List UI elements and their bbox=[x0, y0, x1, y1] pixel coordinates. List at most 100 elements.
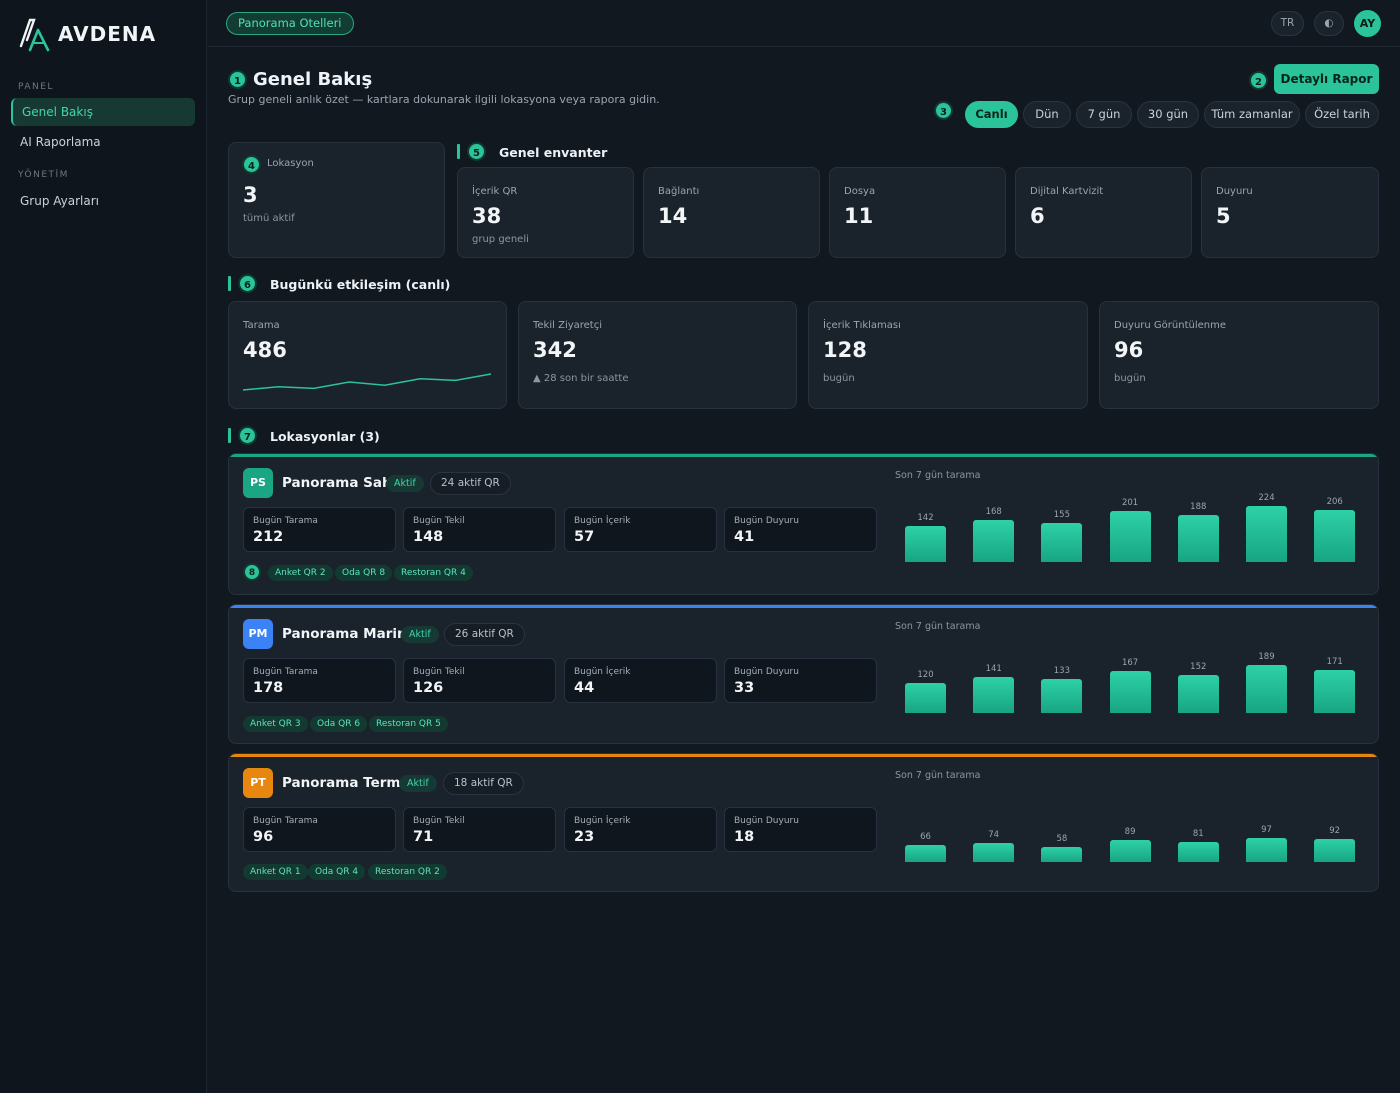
stat-label: Bugün Duyuru bbox=[734, 516, 799, 526]
stat-today-content: Bugün İçerik 44 bbox=[564, 658, 717, 703]
stat-value: 23 bbox=[574, 829, 595, 845]
engagement-card-unique[interactable]: Tekil Ziyaretçi 342 ▲ 28 son bir saatte bbox=[518, 301, 797, 409]
stat-today-unique: Bugün Tekil 148 bbox=[403, 507, 556, 552]
inventory-card-sub: grup geneli bbox=[472, 234, 529, 245]
chart-bar-label: 171 bbox=[1326, 657, 1343, 667]
range-yesterday-button[interactable]: Dün bbox=[1023, 101, 1071, 128]
inventory-card-files[interactable]: Dosya 11 bbox=[829, 167, 1006, 258]
chart-bar-label: 58 bbox=[1056, 834, 1068, 844]
qr-tag[interactable]: Oda QR 6 bbox=[310, 716, 368, 732]
chart-bar bbox=[1109, 840, 1151, 862]
qr-tag[interactable]: Restoran QR 2 bbox=[368, 864, 447, 880]
scan-sparkline bbox=[242, 373, 492, 391]
language-button[interactable]: TR bbox=[1271, 11, 1304, 36]
stat-label: Bugün Duyuru bbox=[734, 667, 799, 677]
range-all-button[interactable]: Tüm zamanlar bbox=[1204, 101, 1300, 128]
stat-label: Bugün İçerik bbox=[574, 816, 631, 826]
inventory-card-announcements[interactable]: Duyuru 5 bbox=[1201, 167, 1379, 258]
stat-label: Bugün Tarama bbox=[253, 816, 318, 826]
chart-bar-label: 224 bbox=[1258, 493, 1275, 503]
brand-logo[interactable]: AVDENA bbox=[18, 16, 156, 52]
chart-bar-label: 188 bbox=[1190, 502, 1207, 512]
location-card-panorama-termal[interactable]: PT Panorama Termal Aktif 18 aktif QR Bug… bbox=[228, 753, 1379, 892]
engagement-card-value: 486 bbox=[243, 338, 287, 362]
chart-bar bbox=[973, 520, 1015, 562]
chart-bar bbox=[1177, 515, 1219, 562]
inventory-card-links[interactable]: Bağlantı 14 bbox=[643, 167, 820, 258]
engagement-card-views[interactable]: Duyuru Görüntülenme 96 bugün bbox=[1099, 301, 1379, 409]
chart-bar bbox=[1109, 671, 1151, 713]
page-title: Genel Bakış bbox=[253, 69, 373, 90]
inventory-card-value: 6 bbox=[1030, 204, 1045, 228]
qr-tag[interactable]: Restoran QR 5 bbox=[369, 716, 448, 732]
chart-bar bbox=[1246, 838, 1287, 862]
stat-today-scan: Bugün Tarama 212 bbox=[243, 507, 396, 552]
inventory-card-value: 5 bbox=[1216, 204, 1231, 228]
chart-bar bbox=[905, 683, 946, 713]
inventory-section-title: Genel envanter bbox=[499, 145, 608, 160]
stat-value: 71 bbox=[413, 829, 434, 845]
engagement-card-label: Tarama bbox=[243, 320, 280, 331]
chart-bar bbox=[1246, 506, 1287, 562]
location-name: Panorama Sahil bbox=[282, 475, 401, 491]
chart-title: Son 7 gün tarama bbox=[895, 770, 981, 781]
step-badge-3: 3 bbox=[934, 101, 953, 120]
chart-bar bbox=[1177, 675, 1219, 713]
chart-bar-label: 66 bbox=[920, 832, 931, 842]
stat-today-unique: Bugün Tekil 126 bbox=[403, 658, 556, 703]
stat-value: 96 bbox=[253, 829, 274, 845]
qr-tag[interactable]: Anket QR 2 bbox=[268, 565, 333, 581]
section-accent bbox=[457, 144, 460, 159]
qr-tag[interactable]: Restoran QR 4 bbox=[394, 565, 473, 581]
inventory-card-content-qr[interactable]: İçerik QR 38 grup geneli bbox=[457, 167, 634, 258]
sidebar-item-grup-ayarlari[interactable]: Grup Ayarları bbox=[11, 187, 195, 215]
engagement-section-title: Bugünkü etkileşim (canlı) bbox=[270, 277, 451, 292]
sidebar-item-genel-bakis[interactable]: Genel Bakış bbox=[11, 98, 195, 126]
location-accent-line bbox=[229, 605, 1378, 608]
location-card-value: 3 bbox=[243, 183, 258, 207]
chart-bar-label: 201 bbox=[1121, 498, 1139, 508]
step-badge-4: 4 bbox=[242, 155, 261, 174]
qr-tag[interactable]: Anket QR 1 bbox=[243, 864, 308, 880]
inventory-card-label: İçerik QR bbox=[472, 186, 518, 197]
qr-tag[interactable]: Oda QR 8 bbox=[335, 565, 393, 581]
range-custom-button[interactable]: Özel tarih bbox=[1305, 101, 1379, 128]
qr-tag[interactable]: Anket QR 3 bbox=[243, 716, 308, 732]
location-card-panorama-marina[interactable]: PM Panorama Marina Aktif 26 aktif QR Bug… bbox=[228, 604, 1379, 744]
active-qr-count: 24 aktif QR bbox=[430, 472, 511, 495]
range-30d-button[interactable]: 30 gün bbox=[1137, 101, 1199, 128]
qr-tag[interactable]: Oda QR 4 bbox=[308, 864, 366, 880]
engagement-card-value: 96 bbox=[1114, 338, 1144, 362]
sidebar: AVDENA PANEL Genel Bakış AI Raporlama YÖ… bbox=[0, 0, 207, 1093]
chart-bar-label: 89 bbox=[1124, 827, 1136, 837]
range-live-button[interactable]: Canlı bbox=[965, 101, 1018, 128]
user-avatar[interactable]: AY bbox=[1354, 10, 1381, 37]
inventory-card-value: 11 bbox=[844, 204, 874, 228]
location-card-label: Lokasyon bbox=[267, 158, 314, 169]
stat-value: 126 bbox=[413, 680, 444, 696]
step-badge-1: 1 bbox=[228, 70, 247, 89]
inventory-card-vcard[interactable]: Dijital Kartvizit 6 bbox=[1015, 167, 1192, 258]
hotel-selector[interactable]: Panorama Otelleri bbox=[226, 12, 354, 35]
theme-toggle-icon[interactable]: ◐ bbox=[1314, 11, 1344, 36]
stat-label: Bugün Tarama bbox=[253, 516, 318, 526]
stat-value: 41 bbox=[734, 529, 755, 545]
step-badge-2: 2 bbox=[1249, 71, 1268, 90]
location-name: Panorama Termal bbox=[282, 775, 415, 791]
engagement-card-scans[interactable]: Tarama 486 bbox=[228, 301, 507, 409]
chart-bar bbox=[973, 677, 1015, 713]
inventory-card-value: 14 bbox=[658, 204, 688, 228]
chart-bar bbox=[1314, 670, 1356, 713]
sidebar-item-ai-raporlama[interactable]: AI Raporlama bbox=[11, 128, 195, 156]
chart-bar bbox=[1041, 679, 1083, 713]
stat-value: 33 bbox=[734, 680, 755, 696]
range-7d-button[interactable]: 7 gün bbox=[1076, 101, 1132, 128]
location-card-panorama-sahil[interactable]: PS Panorama Sahil Aktif 24 aktif QR Bugü… bbox=[228, 453, 1379, 595]
chart-bar-label: 81 bbox=[1192, 829, 1204, 839]
stat-today-content: Bugün İçerik 23 bbox=[564, 807, 717, 852]
detailed-report-button[interactable]: Detaylı Rapor bbox=[1274, 64, 1379, 94]
location-count-card[interactable]: 4 Lokasyon 3 tümü aktif bbox=[228, 142, 445, 258]
location-logo: PM bbox=[243, 619, 273, 649]
engagement-card-clicks[interactable]: İçerik Tıklaması 128 bugün bbox=[808, 301, 1088, 409]
status-badge: Aktif bbox=[386, 475, 424, 492]
